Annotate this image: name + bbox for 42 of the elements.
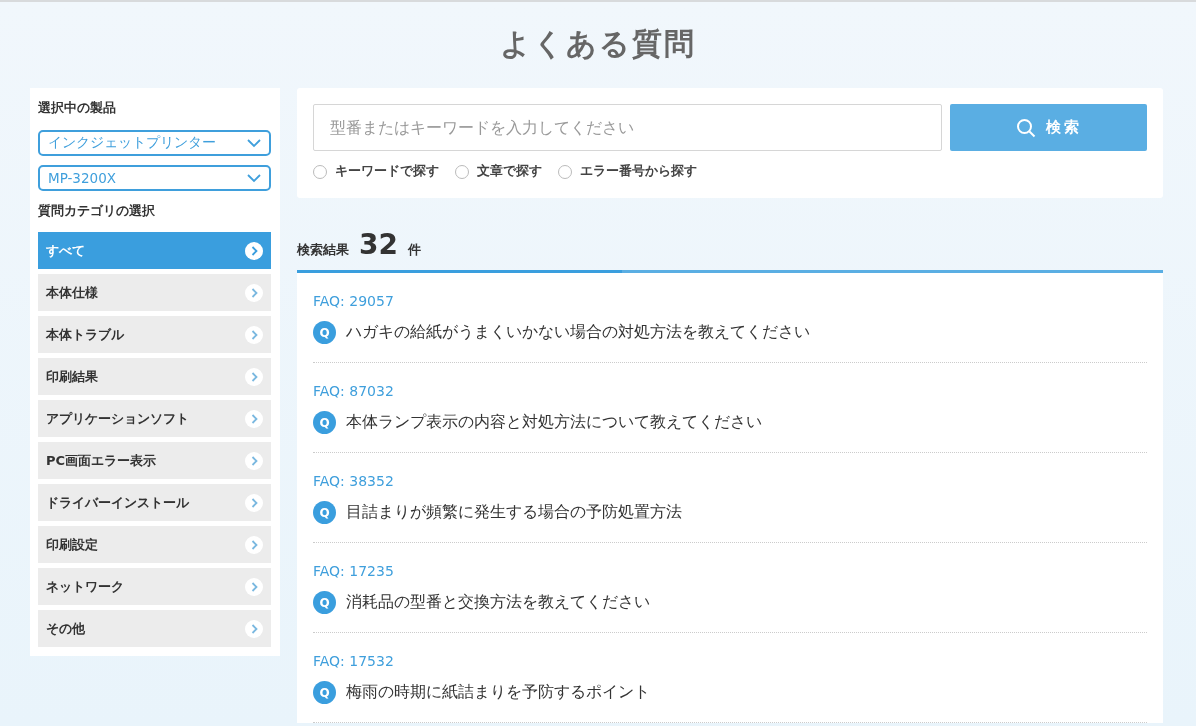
- chevron-right-icon: [245, 535, 263, 554]
- question-link[interactable]: 梅雨の時期に紙詰まりを予防するポイント: [346, 682, 650, 703]
- results-unit: 件: [407, 241, 421, 259]
- chevron-down-icon: [247, 138, 261, 148]
- page-title: よくある質問: [499, 25, 697, 63]
- question-badge: Q: [313, 501, 336, 524]
- category-item[interactable]: 印刷結果: [38, 358, 271, 395]
- sidebar-heading: 選択中の製品: [38, 100, 117, 117]
- category-item[interactable]: 本体トラブル: [38, 316, 271, 353]
- search-mode-radio[interactable]: キーワードで探す: [313, 163, 439, 180]
- search-field[interactable]: 型番またはキーワードを入力してください: [313, 104, 942, 151]
- question-link[interactable]: 目詰まりが頻繁に発生する場合の予防処置方法: [346, 502, 682, 523]
- chevron-right-icon: [245, 409, 263, 428]
- chevron-right-icon: [245, 325, 263, 344]
- category-item[interactable]: その他: [38, 610, 271, 647]
- category-item[interactable]: ドライバーインストール: [38, 484, 271, 521]
- question-badge: Q: [313, 411, 336, 434]
- results-label: 検索結果: [297, 241, 349, 259]
- results-count: 32: [359, 228, 398, 261]
- question-link[interactable]: 本体ランプ表示の内容と対処方法について教えてください: [346, 412, 762, 433]
- category-item[interactable]: 本体仕様: [38, 274, 271, 311]
- chevron-right-icon: [245, 577, 263, 596]
- sidebar-heading: 質問カテゴリの選択: [38, 203, 156, 220]
- chevron-right-icon: [245, 493, 263, 512]
- search-mode-radio[interactable]: エラー番号から探す: [558, 163, 697, 180]
- category-item[interactable]: ネットワーク: [38, 568, 271, 605]
- chevron-right-icon: [245, 283, 263, 302]
- chevron-right-icon: [245, 367, 263, 386]
- question-link[interactable]: 消耗品の型番と交換方法を教えてください: [346, 592, 650, 613]
- search-icon: [1015, 117, 1036, 138]
- category-item[interactable]: アプリケーションソフト: [38, 400, 271, 437]
- chevron-right-icon: [245, 451, 263, 470]
- question-link[interactable]: ハガキの給紙がうまくいかない場合の対処方法を教えてください: [346, 322, 810, 343]
- chevron-right-icon: [245, 241, 263, 260]
- question-badge: Q: [313, 681, 336, 704]
- chevron-down-icon: [247, 173, 261, 183]
- category-item[interactable]: 印刷設定: [38, 526, 271, 563]
- search-mode-radio[interactable]: 文章で探す: [455, 163, 542, 180]
- category-item[interactable]: PC画面エラー表示: [38, 442, 271, 479]
- question-badge: Q: [313, 321, 336, 344]
- chevron-right-icon: [245, 619, 263, 638]
- question-badge: Q: [313, 591, 336, 614]
